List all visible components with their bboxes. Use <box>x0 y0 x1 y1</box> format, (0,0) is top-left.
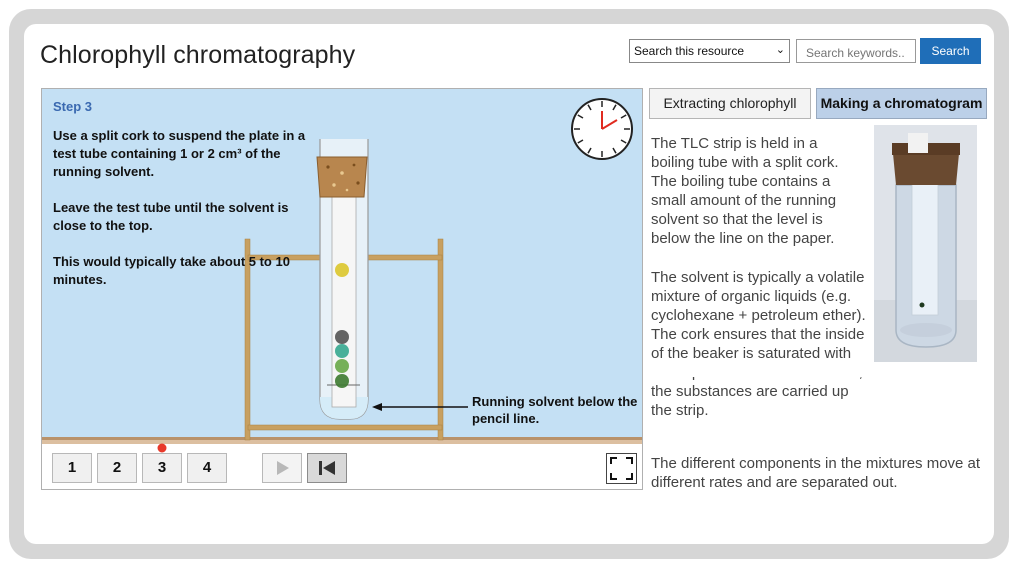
current-step-indicator <box>157 443 167 453</box>
bench-edge <box>42 440 642 444</box>
chevron-down-icon: ⌄ <box>775 44 785 56</box>
clock-icon <box>571 98 633 160</box>
search-button[interactable]: Search <box>920 38 981 64</box>
boiling-tube-photo <box>874 125 977 362</box>
step-button-1[interactable]: 1 <box>52 453 92 483</box>
boiling-tube-image <box>874 125 977 362</box>
paragraph-1: The TLC strip is held in a boiling tube … <box>651 135 839 247</box>
spot-green <box>335 359 349 373</box>
page-title: Chlorophyll chromatography <box>40 41 356 69</box>
instruction-1: Use a split cork to suspend the plate in… <box>53 128 306 179</box>
rewind-button[interactable] <box>307 453 347 483</box>
paragraph-3: The different components in the mixtures… <box>651 455 981 491</box>
fullscreen-icon <box>610 457 633 480</box>
instruction-3: This would typically take about 5 to 10 … <box>53 254 290 287</box>
paragraph-2-continued: The solvent is typically a volatile mixt… <box>651 377 981 434</box>
step-button-4[interactable]: 4 <box>187 453 227 483</box>
spot-dark-green <box>335 374 349 388</box>
step-button-3[interactable]: 3 <box>142 453 182 483</box>
search-input[interactable] <box>796 39 916 63</box>
solvent-annotation: Running solvent below the pencil line. <box>472 394 638 426</box>
bench-top <box>42 437 642 440</box>
instruction-2: Leave the test tube until the solvent is… <box>53 200 289 233</box>
paragraph-2-text: The solvent is typically a volatile mixt… <box>651 269 866 362</box>
paragraph-2-text-flow: The solvent is typically a volatile mixt… <box>651 377 863 419</box>
search-scope-select[interactable]: Search this resource ⌄ <box>629 39 790 63</box>
fullscreen-button[interactable] <box>606 453 637 484</box>
tab-extracting-chlorophyll[interactable]: Extracting chlorophyll <box>649 88 811 119</box>
simulation-panel: Step 3 Use a split cork to suspend the p… <box>41 88 643 490</box>
skip-back-icon <box>319 461 335 475</box>
tab-making-a-chromatogram[interactable]: Making a chromatogram <box>816 88 987 119</box>
spot-grey <box>335 330 349 344</box>
step-button-2[interactable]: 2 <box>97 453 137 483</box>
spot-teal <box>335 344 349 358</box>
spot-yellow <box>335 263 349 277</box>
play-button[interactable] <box>262 453 302 483</box>
step-label: Step 3 <box>53 99 93 114</box>
cork-icon <box>316 156 368 198</box>
play-icon <box>277 461 289 475</box>
paragraph-2: The solvent is typically a volatile mixt… <box>651 268 869 363</box>
search-scope-value: Search this resource <box>634 44 745 58</box>
